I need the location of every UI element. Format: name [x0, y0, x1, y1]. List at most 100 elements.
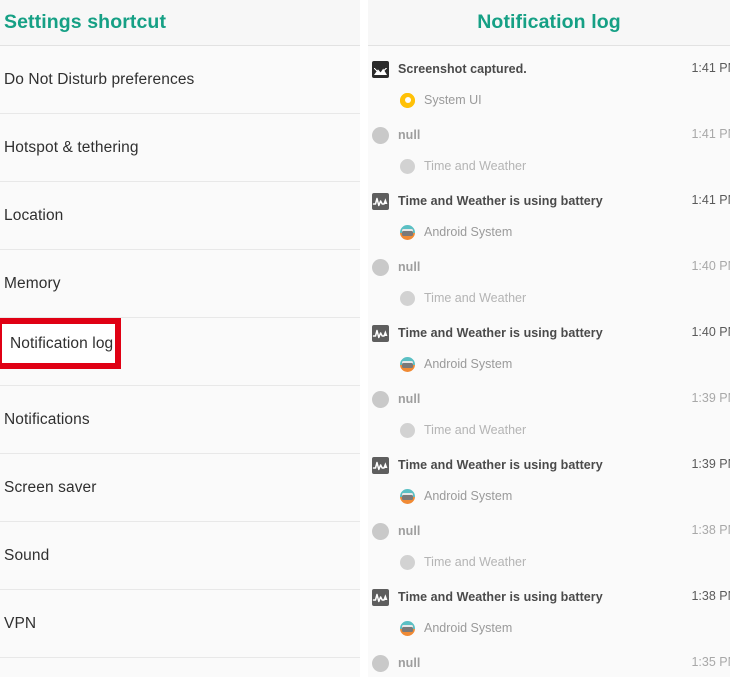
notification-app-row: Time and Weather [370, 546, 730, 578]
notification-app-name: Android System [424, 621, 513, 635]
notification-timestamp: 1:41 PM [691, 127, 730, 141]
sidebar-item-label: Hotspot & tethering [4, 138, 139, 156]
notification-title: Time and Weather is using battery [398, 458, 603, 472]
sidebar-item-label: Do Not Disturb preferences [4, 70, 195, 88]
notification-log-entry[interactable]: null 1:40 PM Time and Weather [368, 252, 730, 318]
battery-pulse-icon [372, 192, 389, 210]
notification-title: null [398, 656, 421, 670]
panel-divider [360, 0, 368, 677]
sidebar-item-memory[interactable]: Memory [0, 250, 360, 318]
notification-log-entry[interactable]: Time and Weather is using battery 1:38 PM… [368, 582, 730, 648]
sidebar-item-label: Location [4, 206, 64, 224]
android-system-icon [400, 224, 415, 240]
gray-circle-icon [372, 258, 389, 276]
notification-log-entry[interactable]: null 1:38 PM Time and Weather [368, 516, 730, 582]
battery-pulse-icon [372, 456, 389, 474]
notification-log-entry[interactable]: null 1:41 PM Time and Weather [368, 120, 730, 186]
android-system-icon [400, 620, 415, 636]
notification-log-entry[interactable]: Time and Weather is using battery 1:39 PM… [368, 450, 730, 516]
notification-app-name: Time and Weather [424, 291, 527, 305]
notification-title: Time and Weather is using battery [398, 326, 603, 340]
sidebar-item-sound[interactable]: Sound [0, 522, 360, 590]
sidebar-item-notification-log[interactable]: Notification log [0, 318, 360, 386]
notification-timestamp: 1:38 PM [691, 523, 730, 537]
sidebar-item-label: Screen saver [4, 478, 97, 496]
notification-app-row: Android System [370, 216, 730, 248]
sidebar-item-location[interactable]: Location [0, 182, 360, 250]
notification-log-entry[interactable]: Time and Weather is using battery 1:41 PM… [368, 186, 730, 252]
notification-timestamp: 1:39 PM [691, 391, 730, 405]
highlight-annotation-box: Notification log [0, 318, 121, 369]
notification-timestamp: 1:40 PM [691, 259, 730, 273]
notification-title-row: null [370, 120, 730, 150]
notification-title-row: Time and Weather is using battery [370, 318, 730, 348]
notification-log-entry[interactable]: null 1:35 PM [368, 648, 730, 677]
notification-app-row: System UI [370, 84, 730, 116]
notification-title-row: Time and Weather is using battery [370, 450, 730, 480]
notification-app-row: Time and Weather [370, 414, 730, 446]
settings-shortcut-panel: Settings shortcut Do Not Disturb prefere… [0, 0, 360, 677]
notification-app-row: Android System [370, 480, 730, 512]
notification-title-row: null [370, 648, 730, 677]
notification-app-row: Android System [370, 348, 730, 380]
notification-title: Time and Weather is using battery [398, 590, 603, 604]
settings-list: Do Not Disturb preferences Hotspot & teth… [0, 46, 360, 658]
notification-app-row: Android System [370, 612, 730, 644]
gray-circle-icon [400, 158, 415, 174]
notification-title: Screenshot captured. [398, 62, 527, 76]
notification-app-name: Time and Weather [424, 159, 527, 173]
notification-app-row: Time and Weather [370, 282, 730, 314]
notification-title-row: Time and Weather is using battery [370, 582, 730, 612]
gray-circle-icon [400, 554, 415, 570]
sidebar-item-label: Notifications [4, 410, 90, 428]
notification-timestamp: 1:41 PM [691, 193, 730, 207]
notification-log-header: Notification log [368, 0, 730, 46]
sidebar-item-screen-saver[interactable]: Screen saver [0, 454, 360, 522]
sidebar-item-do-not-disturb-preferences[interactable]: Do Not Disturb preferences [0, 46, 360, 114]
sidebar-item-label: VPN [4, 614, 37, 632]
notification-title-row: Screenshot captured. [370, 54, 730, 84]
sidebar-item-label: Sound [4, 546, 50, 564]
notification-log-entry[interactable]: Screenshot captured. 1:41 PM System UI [368, 54, 730, 120]
sidebar-item-label: Notification log [10, 334, 114, 352]
dual-panel-screenshot: Settings shortcut Do Not Disturb prefere… [0, 0, 730, 677]
notification-timestamp: 1:35 PM [691, 655, 730, 669]
notification-log-entry[interactable]: null 1:39 PM Time and Weather [368, 384, 730, 450]
notification-title: null [398, 128, 421, 142]
system-ui-icon [400, 92, 415, 108]
notification-title-row: null [370, 384, 730, 414]
notification-title: null [398, 260, 421, 274]
notification-title-row: null [370, 252, 730, 282]
notification-app-name: Android System [424, 489, 513, 503]
page-title: Settings shortcut [4, 11, 167, 33]
notification-timestamp: 1:40 PM [691, 325, 730, 339]
page-title: Notification log [477, 11, 621, 33]
settings-shortcut-header: Settings shortcut [0, 0, 360, 46]
notification-app-name: Time and Weather [424, 555, 527, 569]
android-system-icon [400, 356, 415, 372]
sidebar-item-vpn[interactable]: VPN [0, 590, 360, 658]
notification-app-row: Time and Weather [370, 150, 730, 182]
notification-app-name: Android System [424, 225, 513, 239]
gray-circle-icon [372, 522, 389, 540]
notification-log-list: Screenshot captured. 1:41 PM System UI null… [368, 46, 730, 677]
notification-log-panel: Notification log Screenshot captured. 1:4… [368, 0, 730, 677]
screenshot-icon [372, 60, 389, 78]
notification-timestamp: 1:41 PM [691, 61, 730, 75]
notification-app-name: System UI [424, 93, 482, 107]
notification-app-name: Time and Weather [424, 423, 527, 437]
notification-app-name: Android System [424, 357, 513, 371]
notification-title: null [398, 392, 421, 406]
sidebar-item-label: Memory [4, 274, 61, 292]
gray-circle-icon [400, 290, 415, 306]
sidebar-item-notifications[interactable]: Notifications [0, 386, 360, 454]
notification-timestamp: 1:39 PM [691, 457, 730, 471]
notification-title: Time and Weather is using battery [398, 194, 603, 208]
battery-pulse-icon [372, 588, 389, 606]
sidebar-item-hotspot-tethering[interactable]: Hotspot & tethering [0, 114, 360, 182]
notification-title-row: null [370, 516, 730, 546]
notification-timestamp: 1:38 PM [691, 589, 730, 603]
notification-log-entry[interactable]: Time and Weather is using battery 1:40 PM… [368, 318, 730, 384]
gray-circle-icon [372, 390, 389, 408]
gray-circle-icon [372, 654, 389, 672]
